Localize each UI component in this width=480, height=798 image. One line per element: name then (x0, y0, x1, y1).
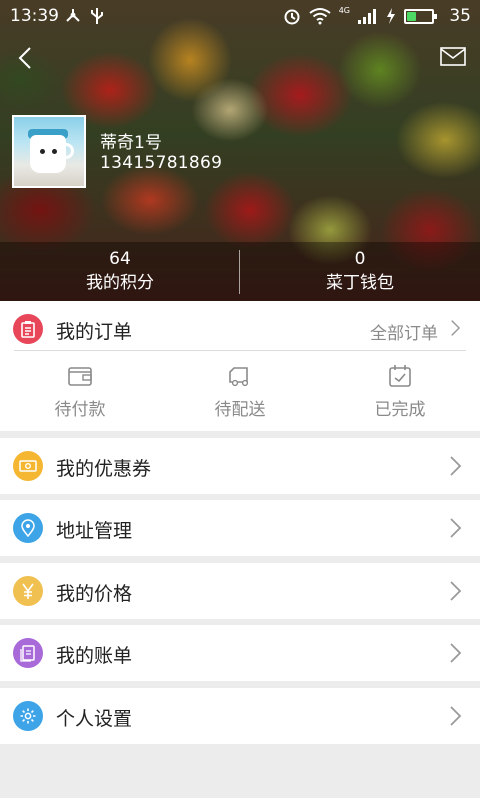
tab-pending-delivery[interactable]: 待配送 (160, 359, 320, 420)
wifi-icon (309, 8, 331, 25)
network-type-label: 4G (338, 5, 350, 15)
clipboard-icon (13, 314, 43, 344)
share-hub-icon (66, 9, 80, 22)
wallet-value: 0 (354, 249, 366, 269)
menu-item-address[interactable]: 地址管理 (0, 500, 480, 556)
menu-item-label: 地址管理 (56, 520, 133, 542)
points-value: 64 (109, 249, 131, 269)
chevron-right-icon (451, 320, 461, 336)
gear-icon (13, 701, 43, 731)
status-time: 13:39 (10, 6, 59, 26)
tab-label: 待付款 (54, 400, 106, 420)
tab-completed[interactable]: 已完成 (320, 359, 480, 420)
location-pin-icon (13, 513, 43, 543)
truck-icon (229, 367, 249, 387)
profile-name: 蒂奇1号 (100, 133, 162, 153)
profile-phone: 13415781869 (100, 153, 223, 173)
menu-item-prices[interactable]: 我的价格 (0, 563, 480, 619)
tab-label: 待配送 (214, 400, 266, 420)
menu-item-coupons[interactable]: 我的优惠券 (0, 438, 480, 494)
chevron-right-icon (450, 643, 462, 663)
wallet-icon (68, 367, 92, 386)
calendar-check-icon (389, 365, 411, 387)
status-bar: 13:39 4G 35 (0, 0, 480, 34)
points-stat[interactable]: 64 我的积分 (0, 248, 240, 296)
menu-item-settings[interactable]: 个人设置 (0, 688, 480, 744)
battery-icon (404, 8, 437, 24)
usb-icon (91, 8, 103, 24)
wallet-label: 菜丁钱包 (326, 273, 394, 293)
avatar[interactable] (12, 115, 86, 188)
all-orders-link[interactable]: 全部订单 (370, 319, 438, 344)
tab-pending-payment[interactable]: 待付款 (0, 359, 160, 420)
menu-item-label: 我的账单 (56, 645, 133, 667)
yen-icon (13, 576, 43, 606)
orders-card: 我的订单 全部订单 待付款 待配送 已完成 (0, 301, 480, 431)
charging-bolt-icon (387, 8, 395, 24)
back-chevron-icon[interactable] (12, 44, 40, 72)
chevron-right-icon (450, 456, 462, 476)
document-icon (13, 638, 43, 668)
battery-percent: 35 (449, 6, 471, 26)
divider (14, 350, 466, 351)
stats-bar: 64 我的积分 0 菜丁钱包 (0, 242, 480, 301)
coupon-icon (13, 451, 43, 481)
tab-label: 已完成 (374, 400, 426, 420)
menu-item-bills[interactable]: 我的账单 (0, 625, 480, 681)
wallet-stat[interactable]: 0 菜丁钱包 (240, 248, 480, 296)
menu-item-label: 个人设置 (56, 708, 133, 730)
signal-icon (358, 9, 376, 24)
menu-item-label: 我的价格 (56, 583, 133, 605)
orders-header-row[interactable]: 我的订单 全部订单 (0, 301, 480, 350)
alarm-icon (284, 9, 300, 25)
orders-title: 我的订单 (56, 321, 133, 343)
menu-item-label: 我的优惠券 (56, 458, 152, 480)
chevron-right-icon (450, 581, 462, 601)
chevron-right-icon (450, 518, 462, 538)
points-label: 我的积分 (86, 273, 154, 293)
chevron-right-icon (450, 706, 462, 726)
mail-icon[interactable] (440, 46, 466, 68)
